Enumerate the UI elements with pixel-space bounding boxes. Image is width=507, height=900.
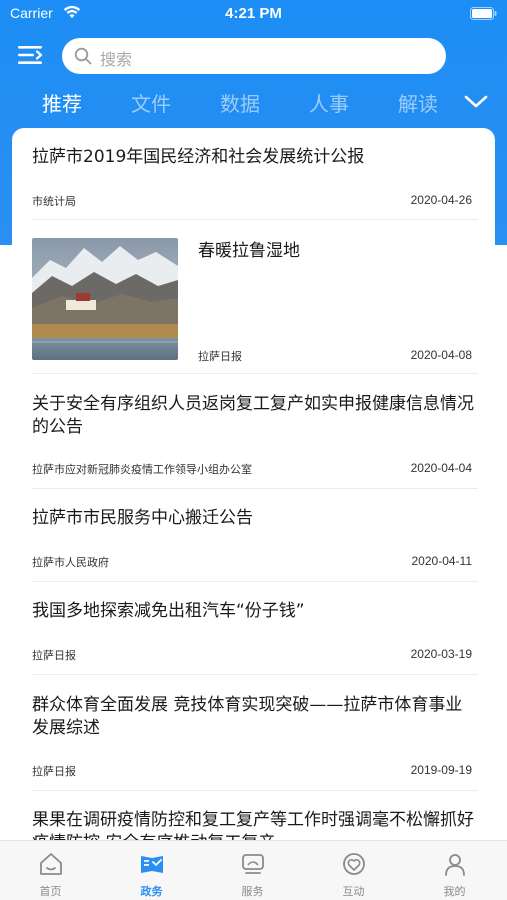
tab-personnel[interactable]: 人事 bbox=[309, 88, 349, 117]
article-title: 我国多地探索减免出租汽车“份子钱” bbox=[32, 601, 305, 621]
status-time: 4:21 PM bbox=[225, 5, 282, 22]
list-item[interactable]: 群众体育全面发展 竞技体育实现突破——拉萨市体育事业发展综述 拉萨日报 2019… bbox=[32, 675, 478, 791]
article-title: 关于安全有序组织人员返岗复工复产如实申报健康信息情况的公告 bbox=[32, 394, 474, 437]
article-date: 2020-03-19 bbox=[410, 647, 472, 661]
chevron-down-icon[interactable] bbox=[463, 92, 489, 112]
tab-interpretation[interactable]: 解读 bbox=[398, 88, 438, 117]
article-title: 拉萨市市民服务中心搬迁公告 bbox=[32, 508, 253, 528]
search-input[interactable]: 搜索 bbox=[62, 38, 446, 74]
nav-label: 互动 bbox=[342, 885, 365, 898]
list-item[interactable]: 我国多地探索减免出租汽车“份子钱” 拉萨日报 2020-03-19 bbox=[32, 582, 478, 675]
article-date: 2020-04-08 bbox=[410, 348, 472, 362]
article-source: 拉萨日报 bbox=[32, 649, 76, 662]
article-source: 拉萨日报 bbox=[32, 765, 76, 778]
list-item[interactable]: 拉萨市2019年国民经济和社会发展统计公报 市统计局 2020-04-26 bbox=[32, 128, 478, 220]
government-icon bbox=[141, 856, 163, 873]
nav-home[interactable]: 首页 bbox=[0, 841, 101, 900]
service-icon bbox=[242, 854, 264, 874]
tab-documents[interactable]: 文件 bbox=[131, 88, 171, 117]
tab-data[interactable]: 数据 bbox=[220, 88, 260, 117]
article-title: 春暖拉鲁湿地 bbox=[198, 241, 300, 261]
nav-label: 首页 bbox=[39, 885, 62, 898]
search-icon bbox=[74, 47, 92, 65]
status-bar: Carrier 4:21 PM bbox=[0, 0, 507, 30]
nav-label: 我的 bbox=[443, 885, 466, 898]
nav-label: 政务 bbox=[140, 885, 163, 898]
article-title: 群众体育全面发展 竞技体育实现突破——拉萨市体育事业发展综述 bbox=[32, 695, 463, 738]
battery-icon bbox=[470, 7, 497, 20]
tab-recommended[interactable]: 推荐 bbox=[42, 88, 82, 117]
nav-service[interactable]: 服务 bbox=[202, 841, 303, 900]
article-date: 2020-04-04 bbox=[410, 461, 472, 475]
list-item[interactable]: 果果在调研疫情防控和复工复产等工作时强调毫不松懈抓好疫情防控 安全有序推动复工复… bbox=[32, 791, 478, 840]
article-source: 拉萨日报 bbox=[198, 350, 242, 363]
nav-label: 服务 bbox=[241, 885, 264, 898]
nav-government[interactable]: 政务 bbox=[101, 841, 202, 900]
interaction-icon bbox=[343, 853, 365, 875]
article-date: 2020-04-26 bbox=[410, 193, 472, 207]
list-item[interactable]: 关于安全有序组织人员返岗复工复产如实申报健康信息情况的公告 拉萨市应对新冠肺炎疫… bbox=[32, 374, 478, 489]
article-list: 拉萨市2019年国民经济和社会发展统计公报 市统计局 2020-04-26 春暖… bbox=[12, 128, 495, 840]
nav-profile[interactable]: 我的 bbox=[404, 841, 505, 900]
list-item[interactable]: 拉萨市市民服务中心搬迁公告 拉萨市人民政府 2020-04-11 bbox=[32, 489, 478, 582]
article-thumbnail bbox=[32, 238, 178, 360]
article-source: 拉萨市应对新冠肺炎疫情工作领导小组办公室 bbox=[32, 463, 252, 476]
article-source: 市统计局 bbox=[32, 195, 76, 208]
nav-interaction[interactable]: 互动 bbox=[303, 841, 404, 900]
category-tabs: 推荐 文件 数据 人事 解读 bbox=[0, 88, 507, 122]
article-source: 拉萨市人民政府 bbox=[32, 556, 109, 569]
search-placeholder: 搜索 bbox=[100, 50, 133, 69]
article-title: 果果在调研疫情防控和复工复产等工作时强调毫不松懈抓好疫情防控 安全有序推动复工复… bbox=[32, 810, 474, 840]
menu-icon[interactable] bbox=[18, 44, 44, 66]
article-date: 2020-04-11 bbox=[411, 554, 473, 568]
home-icon bbox=[40, 853, 62, 875]
article-title: 拉萨市2019年国民经济和社会发展统计公报 bbox=[32, 147, 365, 167]
profile-icon bbox=[445, 854, 465, 876]
article-date: 2019-09-19 bbox=[410, 763, 472, 777]
bottom-nav: 首页 政务 服务 互动 我的 bbox=[0, 840, 507, 900]
list-item[interactable]: 春暖拉鲁湿地 拉萨日报 2020-04-08 bbox=[32, 220, 478, 374]
